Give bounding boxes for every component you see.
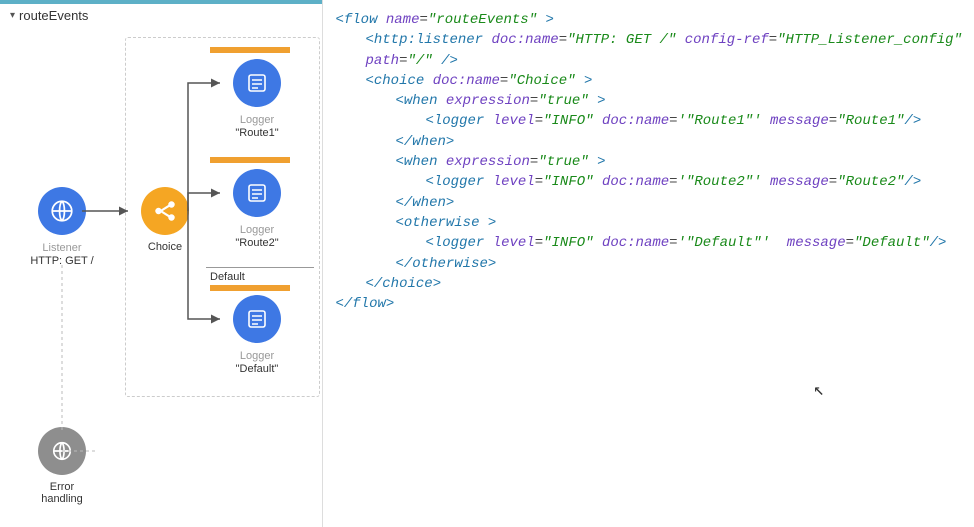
logger-label: Logger [222, 349, 292, 363]
code-line: <otherwise > [335, 213, 962, 233]
route-accent [210, 285, 290, 291]
code-line: <http:listener doc:name="HTTP: GET /" co… [335, 30, 962, 50]
choice-icon [141, 187, 189, 235]
code-line: <choice doc:name="Choice" > [335, 71, 962, 91]
logger-icon [233, 59, 281, 107]
route-accent [210, 47, 290, 53]
code-line: </otherwise> [335, 254, 962, 274]
code-line: <when expression="true" > [335, 152, 962, 172]
choice-label: Choice [130, 241, 200, 253]
flow-diagram-panel: ▾ routeEvents Default Listener HTTP: GET… [0, 0, 323, 527]
logger-route1-node[interactable]: Logger "Route1" [222, 59, 292, 139]
logger-sublabel: "Route2" [222, 237, 292, 249]
flow-name: routeEvents [19, 8, 88, 23]
code-line: </when> [335, 132, 962, 152]
listener-label: Listener [22, 241, 102, 255]
xml-code-panel: <flow name="routeEvents" > <http:listene… [323, 0, 974, 527]
route-accent [210, 157, 290, 163]
error-handling-node[interactable]: Error handling [22, 427, 102, 505]
error-icon [38, 427, 86, 475]
diagram-canvas: Default Listener HTTP: GET / Choice [0, 27, 322, 467]
logger-sublabel: "Route1" [222, 127, 292, 139]
listener-node[interactable]: Listener HTTP: GET / [22, 187, 102, 267]
code-line: </when> [335, 193, 962, 213]
listener-sublabel: HTTP: GET / [22, 255, 102, 267]
collapse-caret-icon[interactable]: ▾ [10, 10, 15, 21]
code-line: </flow> [335, 294, 962, 314]
code-line: <flow name="routeEvents" > [335, 10, 962, 30]
logger-icon [233, 169, 281, 217]
code-line: <logger level="INFO" doc:name='"Route1"'… [335, 111, 962, 131]
code-line: <logger level="INFO" doc:name='"Route2"'… [335, 172, 962, 192]
logger-label: Logger [222, 113, 292, 127]
route-divider [206, 267, 314, 268]
globe-icon [38, 187, 86, 235]
logger-label: Logger [222, 223, 292, 237]
cursor-icon: ↖ [813, 378, 824, 404]
logger-icon [233, 295, 281, 343]
code-line: <logger level="INFO" doc:name='"Default"… [335, 233, 962, 253]
logger-default-node[interactable]: Logger "Default" [222, 295, 292, 375]
logger-route2-node[interactable]: Logger "Route2" [222, 169, 292, 249]
code-line: </choice> [335, 274, 962, 294]
logger-sublabel: "Default" [222, 363, 292, 375]
code-line: path="/" /> [335, 51, 962, 71]
code-line: <when expression="true" > [335, 91, 962, 111]
error-label: Error handling [22, 481, 102, 505]
flow-title-bar[interactable]: ▾ routeEvents [0, 4, 322, 27]
default-route-header: Default [210, 271, 245, 283]
choice-node[interactable]: Choice [130, 187, 200, 253]
